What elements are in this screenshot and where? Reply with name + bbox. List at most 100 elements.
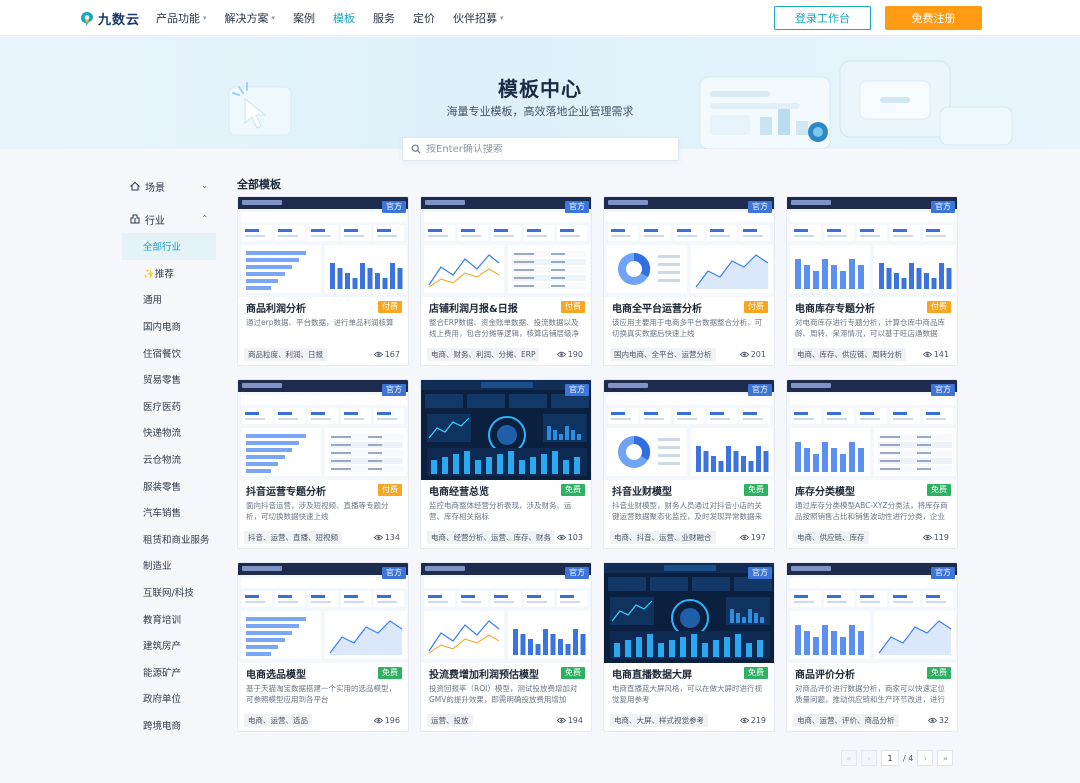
view-count-value: 134 xyxy=(384,533,400,542)
sidebar-item-2[interactable]: 通用 xyxy=(122,286,216,313)
template-description: 对电商库存进行专题分析，计算仓库中商品库龄、周转、呆滞情况，可以基于旺店通数据快… xyxy=(795,318,945,338)
nav-item-6[interactable]: 伙伴招募 ▾ xyxy=(453,10,504,26)
nav-item-0[interactable]: 产品功能 ▾ xyxy=(156,10,207,26)
sidebar-item-8[interactable]: 云仓物流 xyxy=(122,446,216,473)
sidebar-item-12[interactable]: 制造业 xyxy=(122,552,216,579)
template-tags: 电商、经营分析、运营、库存、财务 xyxy=(427,531,555,544)
template-card[interactable]: 官方 商品利润分析 付费 通过erp数据、平台数据，进行单品利润核算 商品粒度、利润、日… xyxy=(237,196,409,366)
template-card[interactable]: 官方 电商全平台运营分析 付费 该应用主要用于电商多平台数据整合分析，可切换真实数据后… xyxy=(603,196,775,366)
nav-item-5[interactable]: 定价 xyxy=(413,10,435,26)
template-title: 电商全平台运营分析 xyxy=(612,304,702,315)
view-count: 197 xyxy=(739,531,766,544)
template-description: 监控电商整体经营分析表现，涉及财务、运营、库存相关指标 xyxy=(429,501,572,521)
view-count-value: 196 xyxy=(384,716,400,725)
template-thumbnail: 官方 xyxy=(604,197,774,297)
view-count-value: 201 xyxy=(750,350,766,359)
official-badge: 官方 xyxy=(382,201,406,213)
main-nav: 产品功能 ▾ 解决方案 ▾ 案例 模板 服务 定价 伙伴招募 ▾ xyxy=(156,0,522,36)
template-thumbnail: 官方 xyxy=(787,563,957,663)
template-card[interactable]: 官方 电商经营总览 免费 监控电商整体经营分析表现，涉及财务、运营、库存相关指标 电商、… xyxy=(420,379,592,549)
search-input[interactable] xyxy=(426,143,666,155)
sidebar-item-4[interactable]: 住宿餐饮 xyxy=(122,339,216,366)
view-count: 119 xyxy=(922,531,949,544)
template-title: 库存分类模型 xyxy=(795,487,855,498)
section-title: 全部模板 xyxy=(237,178,281,191)
eye-icon xyxy=(739,351,749,358)
template-tags: 电商、抖音、运营、业财融合 xyxy=(610,531,716,544)
nav-item-3[interactable]: 模板 xyxy=(333,10,355,26)
search-icon xyxy=(411,144,421,154)
template-description: 投资回报率（ROI）模型，测试投放费增加对GMV的提升效果，即需明确投放费用增加… xyxy=(429,684,578,704)
eye-icon xyxy=(922,534,932,541)
template-card[interactable]: 官方 抖音业财模型 免费 抖音业财模型，财务人员通过对抖音小店的关键运营数据聚态化监控… xyxy=(603,379,775,549)
logo-icon xyxy=(81,11,93,26)
sidebar-item-1[interactable]: ✨推荐 xyxy=(122,260,216,287)
template-title: 电商经营总览 xyxy=(429,487,489,498)
sidebar-item-3[interactable]: 国内电商 xyxy=(122,313,216,340)
template-tags: 商品粒度、利润、日报 xyxy=(244,348,327,361)
template-tags: 国内电商、全平台、运营分析 xyxy=(610,348,716,361)
pagination: « ‹ / 4 › » xyxy=(841,750,954,766)
eye-icon xyxy=(556,717,566,724)
official-badge: 官方 xyxy=(565,201,589,213)
first-page-button[interactable]: « xyxy=(841,750,857,766)
sidebar-item-17[interactable]: 政府单位 xyxy=(122,685,216,712)
sidebar-item-0[interactable]: 全部行业 xyxy=(122,233,216,260)
sidebar-group-industry[interactable]: 行业 ⌃ xyxy=(122,205,216,233)
sidebar-item-16[interactable]: 能源矿产 xyxy=(122,659,216,686)
nav-item-label: 模板 xyxy=(333,12,356,25)
template-description: 通过erp数据、平台数据，进行单品利润核算 xyxy=(246,318,394,327)
eye-icon xyxy=(556,534,566,541)
page-number-input[interactable] xyxy=(881,750,899,766)
price-badge: 免费 xyxy=(927,667,951,679)
sidebar-item-10[interactable]: 汽车销售 xyxy=(122,499,216,526)
nav-item-label: 产品功能 xyxy=(156,12,200,25)
template-tags: 运营、投放 xyxy=(427,714,473,727)
next-page-button[interactable]: › xyxy=(917,750,934,766)
last-page-button[interactable]: » xyxy=(937,750,954,766)
template-title: 抖音运营专题分析 xyxy=(246,487,326,498)
nav-item-4[interactable]: 服务 xyxy=(373,10,395,26)
nav-item-label: 定价 xyxy=(413,12,436,25)
template-card[interactable]: 官方 库存分类模型 免费 通过库存分类模型ABC-XYZ分类法，将库存商品按照销售占比… xyxy=(786,379,958,549)
top-navigation-bar: 九数云 产品功能 ▾ 解决方案 ▾ 案例 模板 服务 定价 伙伴招募 ▾ 登录工作台 免费注册 xyxy=(0,0,1080,36)
nav-item-2[interactable]: 案例 xyxy=(293,10,315,26)
sidebar-item-7[interactable]: 快递物流 xyxy=(122,419,216,446)
template-card[interactable]: 官方 电商直播数据大屏 免费 电商直播蓝大屏风格，可以在做大屏时进行视觉复用参考 电商、… xyxy=(603,562,775,732)
price-badge: 免费 xyxy=(744,484,768,496)
logo[interactable]: 九数云 xyxy=(80,9,140,28)
sidebar-item-15[interactable]: 建筑房产 xyxy=(122,632,216,659)
sidebar-item-9[interactable]: 服装零售 xyxy=(122,472,216,499)
template-card[interactable]: 官方 商品评价分析 免费 对商品评价进行数据分析，商家可以快速定位质量问题，推动供应链… xyxy=(786,562,958,732)
template-card[interactable]: 官方 电商库存专题分析 付费 对电商库存进行专题分析，计算仓库中商品库龄、周转、呆滞情… xyxy=(786,196,958,366)
view-count: 103 xyxy=(556,531,583,544)
sidebar-item-13[interactable]: 互联网/科技 xyxy=(122,579,216,606)
template-tags: 电商、大屏、样式视觉参考 xyxy=(610,714,708,727)
template-description: 对商品评价进行数据分析，商家可以快速定位质量问题，推动供应链和生产环节改进，进行… xyxy=(795,684,945,704)
template-thumbnail: 官方 xyxy=(421,563,591,663)
official-badge: 官方 xyxy=(382,384,406,396)
template-tags: 电商、财务、利润、分摊、ERP xyxy=(427,348,540,361)
official-badge: 官方 xyxy=(931,384,955,396)
login-workspace-button[interactable]: 登录工作台 xyxy=(774,6,871,30)
template-card[interactable]: 官方 电商选品模型 免费 基于天猫淘宝数据搭建一个实用的选品模型，可参照模型应用到各平… xyxy=(237,562,409,732)
template-card[interactable]: 官方 店铺利润月报&日报 付费 整合ERP数据、资金账单数据、投流数据以及线上费用，包… xyxy=(420,196,592,366)
prev-page-button[interactable]: ‹ xyxy=(861,750,877,766)
template-description: 抖音业财模型，财务人员通过对抖音小店的关键运营数据聚态化监控，及时发现异常数据来… xyxy=(612,501,762,521)
official-badge: 官方 xyxy=(931,567,955,579)
nav-item-1[interactable]: 解决方案 ▾ xyxy=(225,10,276,26)
sidebar-item-6[interactable]: 医疗医药 xyxy=(122,393,216,420)
view-count-value: 119 xyxy=(933,533,949,542)
free-register-button[interactable]: 免费注册 xyxy=(885,6,982,30)
sidebar-group-scene[interactable]: 场景 ⌄ xyxy=(122,172,216,200)
sidebar-item-5[interactable]: 贸易零售 xyxy=(122,366,216,393)
sidebar-item-11[interactable]: 租赁和商业服务 xyxy=(122,526,216,553)
chevron-down-icon: ▾ xyxy=(500,14,504,22)
template-thumbnail: 官方 xyxy=(238,380,408,480)
view-count-value: 190 xyxy=(567,350,583,359)
template-search-box[interactable] xyxy=(402,137,679,161)
template-card[interactable]: 官方 抖音运营专题分析 付费 面向抖音运营，涉及短视频、直播等专题分析，可切换数据快速… xyxy=(237,379,409,549)
sidebar-item-18[interactable]: 跨境电商 xyxy=(122,712,216,739)
sidebar-item-14[interactable]: 教育培训 xyxy=(122,605,216,632)
template-card[interactable]: 官方 投流费增加利润预估模型 免费 投资回报率（ROI）模型，测试投放费增加对GMV的… xyxy=(420,562,592,732)
